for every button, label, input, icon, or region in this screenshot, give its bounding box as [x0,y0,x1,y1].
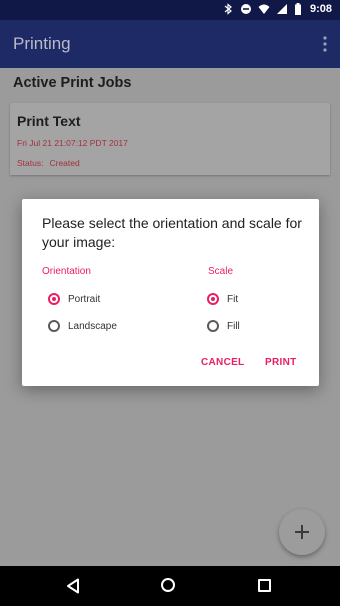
scale-label: Scale [208,266,234,277]
radio-landscape[interactable]: Landscape [48,320,117,332]
portrait-label: Portrait [68,293,101,305]
add-button[interactable] [279,509,325,555]
section-title: Active Print Jobs [13,75,132,91]
back-icon[interactable] [66,578,80,594]
more-vert-icon[interactable] [322,35,328,53]
minus-circle-icon [240,4,251,14]
dialog-title: Please select the orientation and scale … [42,215,302,250]
cancel-button[interactable]: CANCEL [201,357,244,368]
bluetooth-icon [224,3,232,15]
app-title: Printing [13,34,71,53]
fill-label: Fill [227,320,240,332]
print-button[interactable]: PRINT [265,357,297,368]
radio-unchecked-icon[interactable] [48,320,60,332]
orientation-scale-dialog: Please select the orientation and scale … [22,199,319,386]
landscape-label: Landscape [68,320,117,332]
radio-unchecked-icon[interactable] [207,320,219,332]
print-job-card[interactable]: Print Text Fri Jul 21 21:07:12 PDT 2017 … [10,103,330,175]
job-title: Print Text [17,113,81,129]
radio-portrait[interactable]: Portrait [48,293,100,305]
radio-checked-icon[interactable] [48,293,60,305]
status-bar: 9:08 [0,0,340,20]
radio-fill[interactable]: Fill [207,320,240,332]
app-bar: Printing [0,20,340,68]
status-time: 9:08 [309,3,332,15]
wifi-icon [258,4,270,14]
radio-checked-icon[interactable] [207,293,219,305]
recents-icon[interactable] [258,579,271,592]
orientation-label: Orientation [42,266,91,277]
fit-label: Fit [227,293,239,305]
battery-icon [294,3,301,15]
signal-icon [276,4,287,14]
navigation-bar [0,566,340,606]
job-status-value: Created [49,158,80,168]
job-date: Fri Jul 21 21:07:12 PDT 2017 [17,138,128,148]
job-status: Status: Created [17,158,86,168]
home-icon[interactable] [161,578,175,592]
job-status-label: Status: [17,158,44,168]
radio-fit[interactable]: Fit [207,293,238,305]
